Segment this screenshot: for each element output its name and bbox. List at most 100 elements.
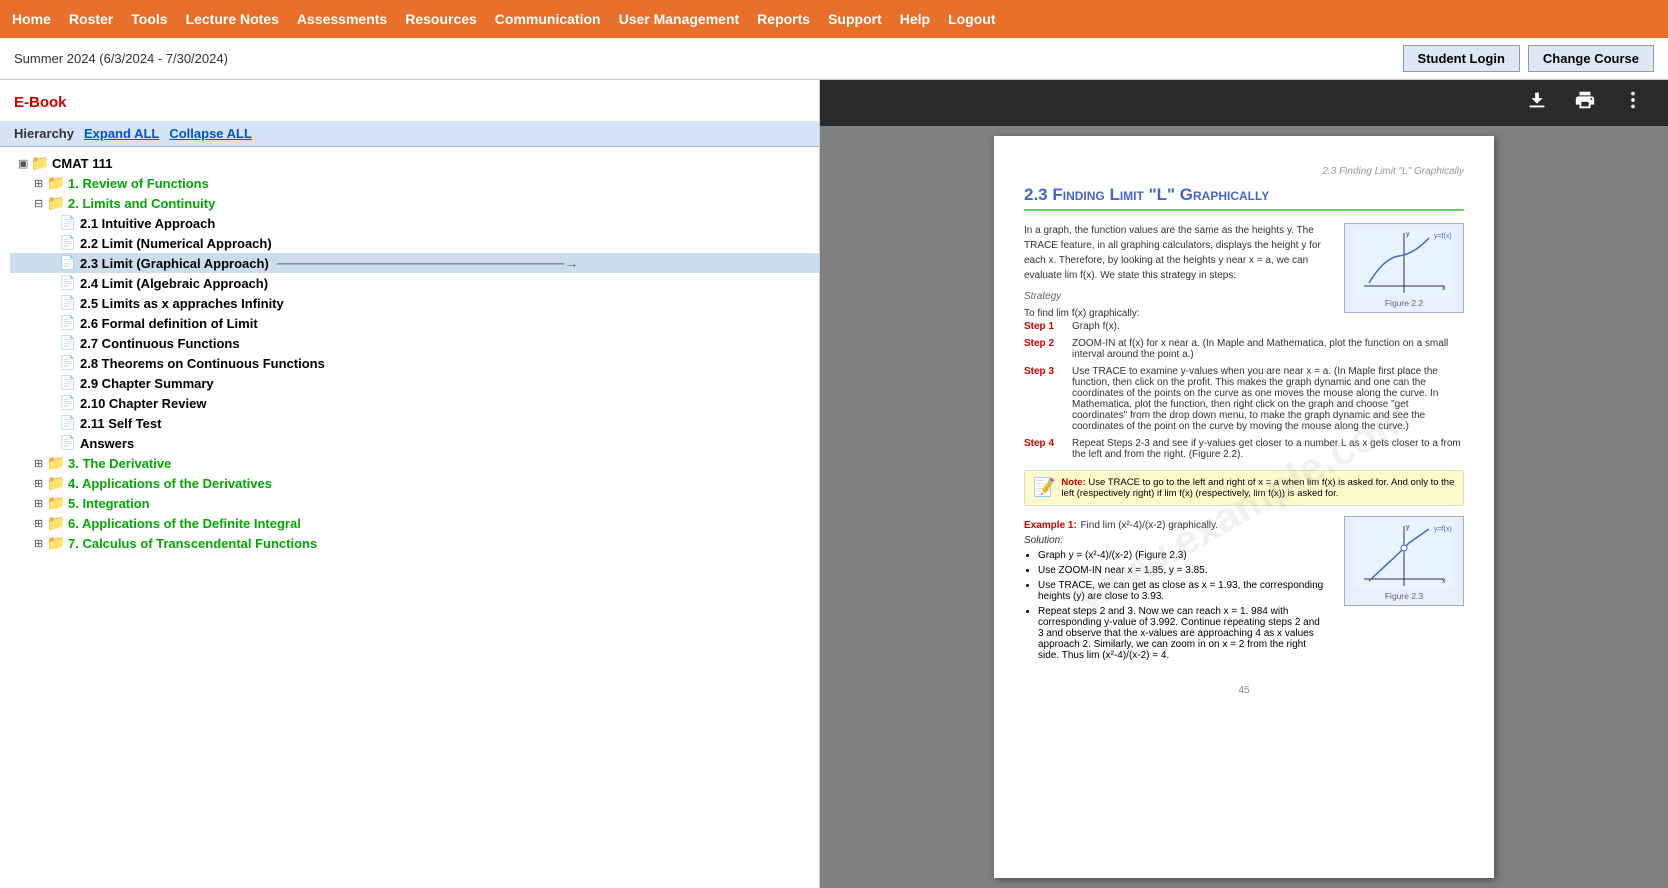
step-label-4: Step 4 bbox=[1024, 438, 1064, 460]
top-navigation: Home Roster Tools Lecture Notes Assessments R… bbox=[0, 0, 1668, 38]
label-2-1: 2.1 Intuitive Approach bbox=[80, 216, 215, 231]
nav-item-help[interactable]: Help bbox=[900, 11, 930, 27]
root-folder-icon: 📁 bbox=[32, 155, 48, 171]
doc-icon-2-6: 📄 bbox=[60, 315, 76, 331]
nav-item-tools[interactable]: Tools bbox=[131, 11, 167, 27]
step-4: Step 4 Repeat Steps 2-3 and see if y-valu… bbox=[1024, 438, 1464, 460]
nav-item-resources[interactable]: Resources bbox=[405, 11, 477, 27]
sidebar-item-2-3[interactable]: 📄 2.3 Limit (Graphical Approach) ───────… bbox=[10, 253, 819, 273]
header-buttons: Student Login Change Course bbox=[1403, 45, 1654, 72]
ch2-expand-icon[interactable]: ⊟ bbox=[34, 197, 46, 210]
nav-item-roster[interactable]: Roster bbox=[69, 11, 113, 27]
doc-icon-2-10: 📄 bbox=[60, 395, 76, 411]
download-button[interactable] bbox=[1522, 85, 1552, 121]
ch1-label: 1. Review of Functions bbox=[68, 176, 209, 191]
ch4-folder-icon: 📁 bbox=[48, 475, 64, 491]
ch3-expand-icon[interactable]: ⊞ bbox=[34, 457, 46, 470]
note-label: Note: bbox=[1061, 477, 1085, 488]
sidebar-item-2-1[interactable]: 📄 2.1 Intuitive Approach bbox=[10, 213, 819, 233]
doc-icon-2-9: 📄 bbox=[60, 375, 76, 391]
svg-text:x: x bbox=[1442, 578, 1446, 585]
nav-item-user-management[interactable]: User Management bbox=[619, 11, 740, 27]
active-arrow: ─────────────────────────────→ bbox=[277, 255, 579, 271]
note-icon: 📝 bbox=[1033, 477, 1055, 498]
svg-text:y: y bbox=[1406, 231, 1410, 238]
solution-step-2: Use ZOOM-IN near x = 1.85, y = 3.85. bbox=[1038, 565, 1324, 576]
sub-header: Summer 2024 (6/3/2024 - 7/30/2024) Stude… bbox=[0, 38, 1668, 80]
sidebar-item-2-7[interactable]: 📄 2.7 Continuous Functions bbox=[10, 333, 819, 353]
sidebar-item-ch4[interactable]: ⊞ 📁 4. Applications of the Derivatives bbox=[10, 473, 819, 493]
doc-icon-2-1: 📄 bbox=[60, 215, 76, 231]
ch6-expand-icon[interactable]: ⊞ bbox=[34, 517, 46, 530]
root-label: CMAT 111 bbox=[52, 156, 112, 171]
left-panel: E-Book Hierarchy Expand ALL Collapse ALL… bbox=[0, 80, 820, 888]
ch2-label: 2. Limits and Continuity bbox=[68, 196, 215, 211]
sidebar-item-2-2[interactable]: 📄 2.2 Limit (Numerical Approach) bbox=[10, 233, 819, 253]
svg-text:y=f(x): y=f(x) bbox=[1434, 526, 1452, 533]
ch4-label: 4. Applications of the Derivatives bbox=[68, 476, 272, 491]
sidebar-item-ch3[interactable]: ⊞ 📁 3. The Derivative bbox=[10, 453, 819, 473]
doc-page-header: 2.3 Finding Limit "L" Graphically bbox=[1024, 166, 1464, 177]
sidebar-item-2-10[interactable]: 📄 2.10 Chapter Review bbox=[10, 393, 819, 413]
sidebar-item-2-8[interactable]: 📄 2.8 Theorems on Continuous Functions bbox=[10, 353, 819, 373]
step-label-1: Step 1 bbox=[1024, 321, 1064, 332]
nav-item-support[interactable]: Support bbox=[828, 11, 882, 27]
student-login-button[interactable]: Student Login bbox=[1403, 45, 1520, 72]
sidebar-item-answers[interactable]: 📄 Answers bbox=[10, 433, 819, 453]
sidebar-item-2-6[interactable]: 📄 2.6 Formal definition of Limit bbox=[10, 313, 819, 333]
note-box: 📝 Note: Use TRACE to go to the left and … bbox=[1024, 470, 1464, 506]
sidebar-item-2-9[interactable]: 📄 2.9 Chapter Summary bbox=[10, 373, 819, 393]
label-answers: Answers bbox=[80, 436, 134, 451]
print-button[interactable] bbox=[1570, 85, 1600, 121]
nav-item-home[interactable]: Home bbox=[12, 11, 51, 27]
change-course-button[interactable]: Change Course bbox=[1528, 45, 1654, 72]
ch3-folder-icon: 📁 bbox=[48, 455, 64, 471]
step-label-2: Step 2 bbox=[1024, 338, 1064, 360]
strategy-text: To find lim f(x) graphically: bbox=[1024, 306, 1324, 321]
tree-root[interactable]: ▣ 📁 CMAT 111 bbox=[10, 153, 819, 173]
ch1-folder-icon: 📁 bbox=[48, 175, 64, 191]
figure2-caption: Figure 2.3 bbox=[1385, 591, 1423, 601]
hierarchy-bar: Hierarchy Expand ALL Collapse ALL bbox=[0, 121, 819, 147]
sidebar-item-2-11[interactable]: 📄 2.11 Self Test bbox=[10, 413, 819, 433]
nav-item-reports[interactable]: Reports bbox=[757, 11, 810, 27]
label-2-3: 2.3 Limit (Graphical Approach) bbox=[80, 256, 269, 271]
more-options-button[interactable] bbox=[1618, 85, 1648, 121]
document-page: www.example.com 2.3 Finding Limit "L" Gr… bbox=[994, 136, 1494, 878]
doc-chapter-title: 2.3 Finding Limit "L" Graphically bbox=[1024, 185, 1464, 211]
ch4-expand-icon[interactable]: ⊞ bbox=[34, 477, 46, 490]
nav-item-assessments[interactable]: Assessments bbox=[297, 11, 387, 27]
expand-all-link[interactable]: Expand ALL bbox=[84, 126, 159, 141]
nav-item-logout[interactable]: Logout bbox=[948, 11, 995, 27]
nav-item-lecture-notes[interactable]: Lecture Notes bbox=[186, 11, 279, 27]
sidebar-item-2-4[interactable]: 📄 2.4 Limit (Algebraic Approach) bbox=[10, 273, 819, 293]
sidebar-item-ch7[interactable]: ⊞ 📁 7. Calculus of Transcendental Functi… bbox=[10, 533, 819, 553]
ebook-title: E-Book bbox=[0, 90, 819, 121]
svg-text:x: x bbox=[1442, 285, 1446, 292]
sidebar-item-ch6[interactable]: ⊞ 📁 6. Applications of the Definite Inte… bbox=[10, 513, 819, 533]
sidebar-item-ch1[interactable]: ⊞ 📁 1. Review of Functions bbox=[10, 173, 819, 193]
root-expand-icon[interactable]: ▣ bbox=[18, 157, 30, 170]
sidebar-item-ch2[interactable]: ⊟ 📁 2. Limits and Continuity bbox=[10, 193, 819, 213]
step-text-3: Use TRACE to examine y-values when you a… bbox=[1072, 366, 1464, 432]
tree: ▣ 📁 CMAT 111 ⊞ 📁 1. Review of Functions … bbox=[0, 153, 819, 553]
label-2-5: 2.5 Limits as x appraches Infinity bbox=[80, 296, 284, 311]
sidebar-item-ch5[interactable]: ⊞ 📁 5. Integration bbox=[10, 493, 819, 513]
collapse-all-link[interactable]: Collapse ALL bbox=[169, 126, 252, 141]
example-label: Example 1: bbox=[1024, 520, 1077, 531]
step-text-4: Repeat Steps 2-3 and see if y-values get… bbox=[1072, 438, 1464, 460]
step-text-1: Graph f(x). bbox=[1072, 321, 1464, 332]
document-container[interactable]: www.example.com 2.3 Finding Limit "L" Gr… bbox=[820, 126, 1668, 888]
ch7-expand-icon[interactable]: ⊞ bbox=[34, 537, 46, 550]
doc-icon-2-11: 📄 bbox=[60, 415, 76, 431]
ch5-expand-icon[interactable]: ⊞ bbox=[34, 497, 46, 510]
strategy-label: Strategy bbox=[1024, 291, 1324, 302]
doc-icon-2-2: 📄 bbox=[60, 235, 76, 251]
sidebar-item-2-5[interactable]: 📄 2.5 Limits as x appraches Infinity bbox=[10, 293, 819, 313]
nav-item-communication[interactable]: Communication bbox=[495, 11, 601, 27]
label-2-8: 2.8 Theorems on Continuous Functions bbox=[80, 356, 325, 371]
svg-text:y=f(x): y=f(x) bbox=[1434, 233, 1452, 240]
figure1-caption: Figure 2.2 bbox=[1385, 298, 1423, 308]
main-layout: E-Book Hierarchy Expand ALL Collapse ALL… bbox=[0, 80, 1668, 888]
ch1-expand-icon[interactable]: ⊞ bbox=[34, 177, 46, 190]
